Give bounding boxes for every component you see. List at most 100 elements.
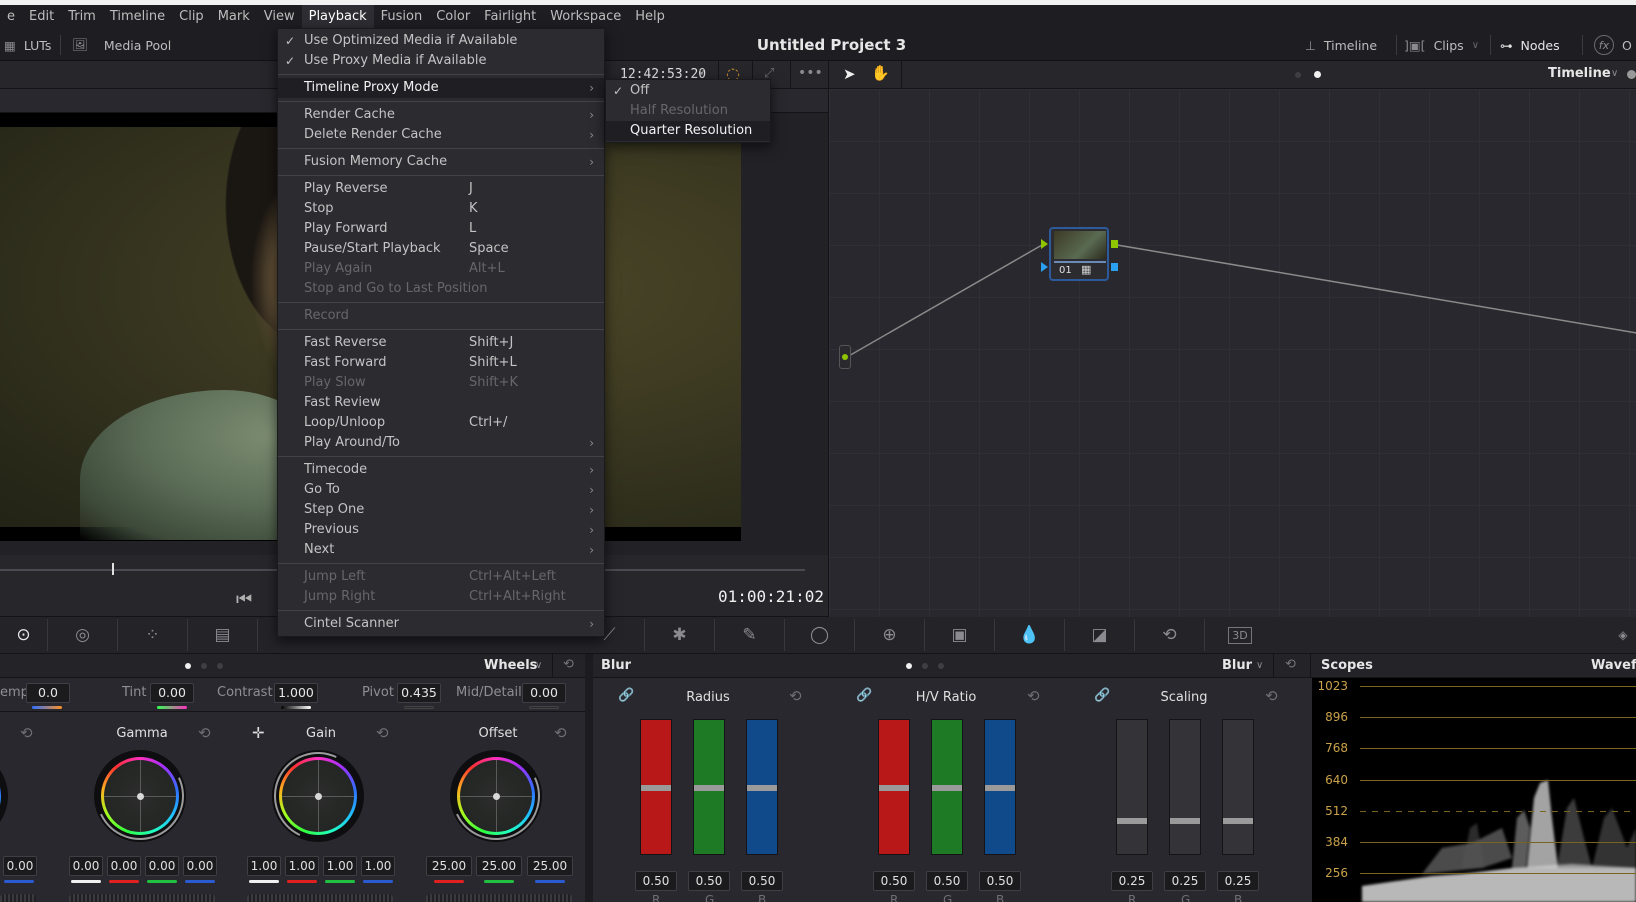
gamma-value-g[interactable]: 0.00: [145, 856, 179, 876]
blur-slider-r[interactable]: [640, 719, 672, 855]
menu-item-fast-forward[interactable]: Fast Forward Shift+L: [278, 353, 604, 373]
chevron-down-icon[interactable]: ∨: [1611, 68, 1618, 79]
3d-icon[interactable]: 3D: [1205, 619, 1275, 651]
keyframes-icon[interactable]: ◈: [1610, 619, 1636, 651]
menu-fusion[interactable]: Fusion: [374, 5, 430, 29]
lift-value-y[interactable]: 0.00: [3, 856, 37, 876]
hand-tool-icon[interactable]: ✋: [871, 64, 890, 82]
link-icon[interactable]: 🔗: [1094, 688, 1110, 703]
magic-mask-icon[interactable]: ▣: [925, 619, 995, 651]
rgb-input-icon[interactable]: [1041, 239, 1048, 249]
blur-value-b[interactable]: 0.25: [1217, 871, 1259, 891]
menu-item-cintel-scanner[interactable]: Cintel Scanner ›: [278, 614, 604, 634]
node-mode-dropdown[interactable]: Timeline: [1548, 66, 1611, 81]
playhead[interactable]: [112, 563, 114, 575]
reset-icon[interactable]: ⟲: [1265, 687, 1278, 705]
link-icon[interactable]: 🔗: [856, 688, 872, 703]
gain-master-wheel[interactable]: [247, 894, 393, 902]
menu-item-previous[interactable]: Previous ›: [278, 520, 604, 540]
blur-slider-b[interactable]: [1222, 719, 1254, 855]
gain-value-g[interactable]: 1.00: [323, 856, 357, 876]
menu-item-timeline-proxy-mode[interactable]: Timeline Proxy Mode ›: [278, 78, 604, 98]
rgb-output-icon[interactable]: [1111, 240, 1118, 248]
offset-master-wheel[interactable]: [426, 894, 572, 902]
gamma-reset-icon[interactable]: ⟲: [198, 724, 211, 742]
menu-item-fusion-memory-cache[interactable]: Fusion Memory Cache ›: [278, 152, 604, 172]
slider-handle[interactable]: [694, 785, 724, 791]
blur-slider-g[interactable]: [1169, 719, 1201, 855]
menu-item-play-forward[interactable]: Play Forward L: [278, 219, 604, 239]
menu-playback[interactable]: Playback: [301, 5, 374, 29]
submenu-item-off[interactable]: ✓ Off: [606, 81, 770, 101]
motion-effects-icon[interactable]: ▤: [188, 619, 258, 651]
slider-handle[interactable]: [641, 785, 671, 791]
blur-value-r[interactable]: 0.25: [1111, 871, 1153, 891]
link-icon[interactable]: 🔗: [618, 688, 634, 703]
key-icon[interactable]: ◪: [1065, 619, 1135, 651]
offset-value-r[interactable]: 25.00: [426, 856, 472, 876]
slider-handle[interactable]: [1117, 817, 1147, 824]
reset-all-icon[interactable]: ⟲: [563, 657, 574, 672]
gain-wheel[interactable]: [261, 739, 375, 853]
page-dot-active[interactable]: [906, 663, 912, 669]
page-dot-active[interactable]: [1314, 71, 1321, 78]
contrast-field[interactable]: 1.000: [274, 683, 318, 703]
more-options-icon[interactable]: •••: [798, 65, 823, 81]
blur-value-b[interactable]: 0.50: [741, 871, 783, 891]
menu-fairlight[interactable]: Fairlight: [477, 5, 543, 29]
chevron-down-icon[interactable]: ∨: [535, 660, 542, 671]
gamma-value-y[interactable]: 0.00: [69, 856, 103, 876]
blur-slider-b[interactable]: [984, 719, 1016, 855]
blur-slider-r[interactable]: [878, 719, 910, 855]
media-pool-button[interactable]: 🖼 Media Pool: [72, 29, 171, 61]
submenu-item-half-resolution[interactable]: Half Resolution: [606, 101, 770, 121]
menu-color[interactable]: Color: [429, 5, 477, 29]
gamma-value-b[interactable]: 0.00: [183, 856, 217, 876]
clips-toggle-button[interactable]: ]▣[ Clips ∨: [1404, 29, 1479, 61]
reset-all-icon[interactable]: ⟲: [1285, 657, 1296, 672]
blur-slider-r[interactable]: [1116, 719, 1148, 855]
menu-item-go-to[interactable]: Go To ›: [278, 480, 604, 500]
blur-slider-b[interactable]: [746, 719, 778, 855]
page-dot[interactable]: [217, 663, 223, 669]
gain-reset-icon[interactable]: ⟲: [376, 724, 389, 742]
blur-value-b[interactable]: 0.50: [979, 871, 1021, 891]
gamma-master-wheel[interactable]: [69, 894, 215, 902]
pivot-field[interactable]: 0.435: [397, 683, 441, 703]
blur-mode-dropdown[interactable]: Blur: [1222, 658, 1252, 673]
menu-item-play-around-to[interactable]: Play Around/To ›: [278, 433, 604, 453]
menu-item-fast-review[interactable]: Fast Review: [278, 393, 604, 413]
menu-item-fast-reverse[interactable]: Fast Reverse Shift+J: [278, 333, 604, 353]
node-01[interactable]: 01 ▦: [1049, 227, 1109, 281]
key-input-icon[interactable]: [1041, 262, 1048, 272]
menu-edit[interactable]: Edit: [22, 5, 61, 29]
menu-help[interactable]: Help: [628, 5, 672, 29]
slider-handle[interactable]: [879, 785, 909, 791]
wheels-mode-dropdown[interactable]: Wheels: [484, 658, 537, 673]
color-warper-icon[interactable]: ✱: [645, 619, 715, 651]
menu-item-play-reverse[interactable]: Play Reverse J: [278, 179, 604, 199]
page-dot[interactable]: [201, 663, 207, 669]
source-input-node[interactable]: [839, 345, 851, 369]
menu-mark[interactable]: Mark: [211, 5, 257, 29]
qualifier-icon[interactable]: ✎: [715, 619, 785, 651]
go-to-start-icon[interactable]: ⏮: [236, 589, 252, 610]
menu-item-delete-render-cache[interactable]: Delete Render Cache ›: [278, 125, 604, 145]
reset-icon[interactable]: ⟲: [1027, 687, 1040, 705]
menu-view[interactable]: View: [257, 5, 302, 29]
submenu-item-quarter-resolution[interactable]: Quarter Resolution: [606, 121, 770, 141]
menu-item-loop-unloop[interactable]: Loop/Unloop Ctrl+/: [278, 413, 604, 433]
blur-icon[interactable]: 💧: [995, 619, 1065, 651]
menu-item-render-cache[interactable]: Render Cache ›: [278, 105, 604, 125]
blur-value-g[interactable]: 0.50: [688, 871, 730, 891]
openfx-toggle-button[interactable]: fx O: [1594, 29, 1632, 61]
node-graph[interactable]: 01 ▦: [828, 89, 1636, 617]
slider-handle[interactable]: [1170, 817, 1200, 824]
page-dot[interactable]: [938, 663, 944, 669]
menu-item-step-one[interactable]: Step One ›: [278, 500, 604, 520]
menu-item-stop[interactable]: Stop K: [278, 199, 604, 219]
tint-field[interactable]: 0.00: [150, 683, 194, 703]
gain-value-r[interactable]: 1.00: [285, 856, 319, 876]
blur-slider-g[interactable]: [931, 719, 963, 855]
key-output-icon[interactable]: [1111, 263, 1118, 271]
